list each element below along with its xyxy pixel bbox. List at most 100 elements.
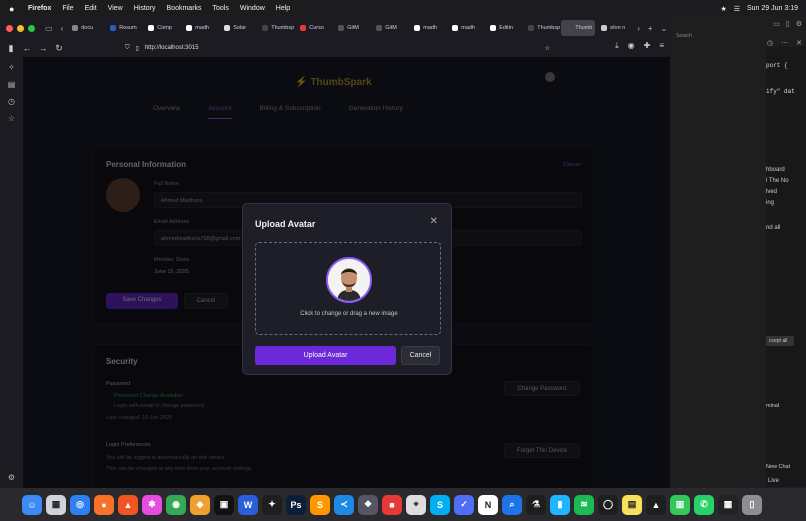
- tab-overview-icon[interactable]: ▭: [45, 24, 53, 33]
- dock-firefox-icon[interactable]: ●: [94, 494, 114, 515]
- user-avatar[interactable]: [545, 72, 555, 82]
- dock-finder-icon[interactable]: ☺: [22, 494, 42, 515]
- synced-tabs-icon[interactable]: ▤: [8, 80, 16, 89]
- tab-generation-history[interactable]: Generation History: [349, 105, 403, 119]
- tab-account[interactable]: Account: [208, 105, 232, 119]
- account-icon[interactable]: ◉: [628, 41, 635, 51]
- dock-chatgpt-icon[interactable]: ◯: [598, 494, 618, 515]
- dock-screen-capture-icon[interactable]: ▦: [718, 494, 738, 515]
- dock-trash-icon[interactable]: ▯: [742, 494, 762, 515]
- browser-tab[interactable]: Thumbsp: [523, 20, 560, 36]
- url-text[interactable]: http://localhost:3015: [145, 45, 199, 51]
- menu-icon[interactable]: ≡: [659, 41, 664, 51]
- star-icon[interactable]: ★: [720, 5, 726, 13]
- profile-avatar[interactable]: [106, 178, 140, 212]
- dock-vpn-icon[interactable]: ✓: [454, 494, 474, 515]
- minimize-window-icon[interactable]: [17, 24, 24, 32]
- history-icon[interactable]: ◷: [8, 97, 15, 106]
- cancel-edit-button[interactable]: Cancel: [184, 293, 228, 309]
- dock-launchpad-icon[interactable]: ▦: [46, 494, 66, 515]
- browser-tab[interactable]: Resum: [105, 20, 142, 36]
- editor-settings-icon[interactable]: ⚙: [796, 20, 802, 28]
- editor-search-input[interactable]: Search: [674, 33, 762, 43]
- dock-lasso-icon[interactable]: ✱: [142, 494, 162, 515]
- browser-tab[interactable]: madh: [181, 20, 218, 36]
- browser-tab[interactable]: Thumb✕: [561, 20, 596, 36]
- list-tabs-icon[interactable]: ⌄: [661, 24, 668, 33]
- dock-brave-icon[interactable]: ▲: [118, 494, 138, 515]
- maximize-window-icon[interactable]: [28, 24, 35, 32]
- menu-help[interactable]: Help: [276, 5, 290, 12]
- apple-icon[interactable]: ●: [9, 4, 19, 14]
- sidebar-toggle-icon[interactable]: ▮: [3, 43, 19, 54]
- browser-tab[interactable]: Curso: [295, 20, 332, 36]
- browser-tab[interactable]: GitM: [333, 20, 370, 36]
- terminal-tab[interactable]: minal: [766, 403, 779, 409]
- dock-sublime-icon[interactable]: ◆: [190, 494, 210, 515]
- new-chat-button[interactable]: New Chat: [766, 464, 790, 470]
- more-icon[interactable]: ⋯: [781, 39, 788, 47]
- control-center-icon[interactable]: ☰: [734, 5, 740, 13]
- dock-finder-search-icon[interactable]: ⌕: [502, 494, 522, 515]
- dock-numbers-icon[interactable]: ▥: [670, 494, 690, 515]
- close-window-icon[interactable]: [6, 24, 13, 32]
- dock-safari-icon[interactable]: ◎: [70, 494, 90, 515]
- browser-tab[interactable]: Comp: [143, 20, 180, 36]
- dock-notes-icon[interactable]: ▤: [622, 494, 642, 515]
- avatar-preview[interactable]: [326, 257, 372, 303]
- layout-icon[interactable]: ▭: [773, 20, 780, 28]
- editor-close-icon[interactable]: ✕: [796, 39, 802, 47]
- menu-file[interactable]: File: [62, 5, 73, 12]
- browser-tab[interactable]: elon n: [596, 20, 633, 36]
- dock-cursor-icon[interactable]: ▣: [214, 494, 234, 515]
- dock-mongodb-icon[interactable]: ❖: [358, 494, 378, 515]
- close-icon[interactable]: ✕: [430, 216, 438, 227]
- forget-device-button[interactable]: Forget This Device: [504, 443, 580, 458]
- menu-app-name[interactable]: Firefox: [28, 5, 51, 12]
- live-status[interactable]: Live: [768, 478, 779, 484]
- menu-window[interactable]: Window: [240, 5, 265, 12]
- bookmarks-icon[interactable]: ☆: [8, 114, 15, 123]
- browser-tab[interactable]: Solar: [219, 20, 256, 36]
- dock-whatsapp-icon[interactable]: ✆: [694, 494, 714, 515]
- save-changes-button[interactable]: Save Changes: [106, 293, 178, 309]
- dock-sublime-text-icon[interactable]: S: [310, 494, 330, 515]
- dock-chrome-icon[interactable]: ◉: [166, 494, 186, 515]
- browser-tab[interactable]: Thumbsp: [257, 20, 294, 36]
- dock-intellij-icon[interactable]: ▮: [550, 494, 570, 515]
- accept-all-button[interactable]: ccept all: [766, 336, 794, 346]
- new-tab-icon[interactable]: +: [648, 24, 653, 33]
- dock-stack-icon[interactable]: ■: [382, 494, 402, 515]
- dock-word-icon[interactable]: W: [238, 494, 258, 515]
- dock-skype-icon[interactable]: S: [430, 494, 450, 515]
- extensions-icon[interactable]: ✚: [644, 41, 651, 51]
- menu-tools[interactable]: Tools: [213, 5, 229, 12]
- upload-avatar-button[interactable]: Upload Avatar: [255, 346, 396, 365]
- menu-bookmarks[interactable]: Bookmarks: [167, 5, 202, 12]
- download-icon[interactable]: ⤓: [615, 41, 619, 51]
- dock-vscode-icon[interactable]: ≺: [334, 494, 354, 515]
- history-clock-icon[interactable]: ◷: [767, 39, 773, 47]
- panel-icon[interactable]: ▯: [786, 20, 790, 28]
- menu-view[interactable]: View: [108, 5, 123, 12]
- settings-icon[interactable]: ⚙: [8, 473, 15, 482]
- bookmark-star-icon[interactable]: ☆: [545, 45, 550, 52]
- browser-tab[interactable]: GitM: [371, 20, 408, 36]
- back-icon[interactable]: ←: [19, 43, 35, 53]
- dock-arc-icon[interactable]: ▲: [646, 494, 666, 515]
- image-dropzone[interactable]: Click to change or drag a new image: [255, 242, 441, 335]
- dock-notion-icon[interactable]: N: [478, 494, 498, 515]
- browser-tab[interactable]: Editin: [485, 20, 522, 36]
- browser-tab[interactable]: madh: [409, 20, 446, 36]
- tab-overview[interactable]: Overview: [153, 105, 180, 119]
- change-password-button[interactable]: Change Password: [504, 381, 580, 396]
- menu-edit[interactable]: Edit: [85, 5, 97, 12]
- forward-icon[interactable]: →: [35, 43, 51, 53]
- tab-billing[interactable]: Billing & Subscription: [260, 105, 321, 119]
- dock-photoshop-icon[interactable]: Ps: [286, 494, 306, 515]
- menubar-clock[interactable]: Sun 29 Jun 3:19: [747, 5, 798, 12]
- shield-icon[interactable]: ⛉: [125, 45, 130, 52]
- dock-spotify-icon[interactable]: ≋: [574, 494, 594, 515]
- dock-preview-icon[interactable]: ⌖: [406, 494, 426, 515]
- dock-figma-icon[interactable]: ✦: [262, 494, 282, 515]
